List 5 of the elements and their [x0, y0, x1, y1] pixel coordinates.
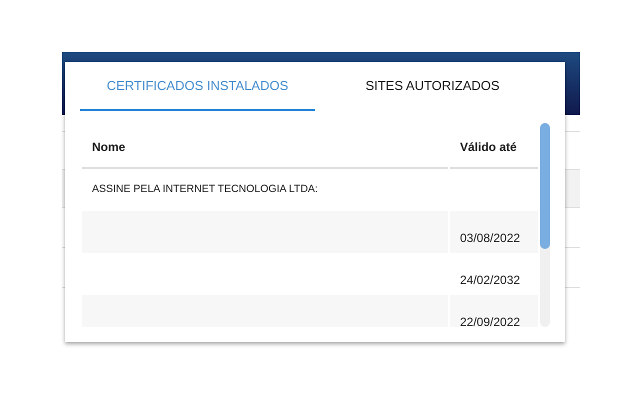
table-cell: 22/09/2022	[450, 295, 538, 327]
scrollbar-thumb[interactable]	[540, 123, 550, 249]
scrollbar-track[interactable]	[540, 123, 550, 327]
table-cell: 03/08/2022	[450, 211, 538, 253]
tab[interactable]: SITES AUTORIZADOS	[315, 62, 550, 111]
